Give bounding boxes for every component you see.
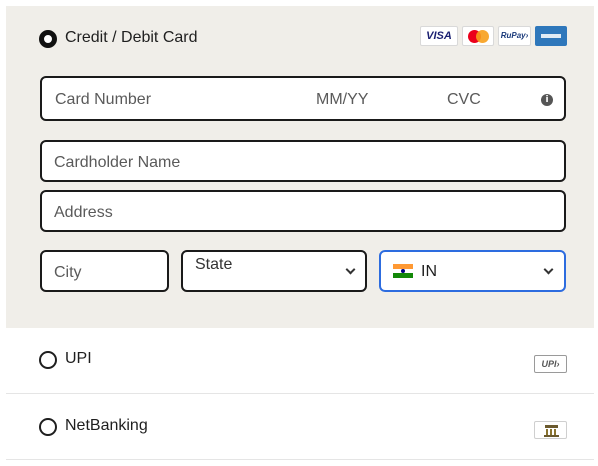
chevron-down-icon: [543, 264, 554, 275]
state-value: State: [195, 256, 233, 273]
cvc-input[interactable]: CVC: [447, 91, 481, 109]
divider: [6, 393, 594, 394]
address-placeholder: Address: [54, 204, 113, 221]
cardholder-name-field[interactable]: Cardholder Name: [40, 140, 566, 182]
city-field[interactable]: City: [40, 250, 169, 292]
netbanking-radio-button[interactable]: [39, 418, 57, 436]
country-value: IN: [421, 263, 437, 280]
amex-logo: [535, 26, 567, 46]
card-details-field: Card Number MM/YY CVC i: [40, 76, 566, 121]
upi-logo: UPI›: [534, 355, 567, 373]
card-number-input[interactable]: Card Number: [55, 91, 151, 109]
mastercard-logo: [462, 26, 494, 46]
netbanking-option-label[interactable]: NetBanking: [65, 417, 148, 435]
visa-logo: VISA: [420, 26, 458, 46]
card-option-label[interactable]: Credit / Debit Card: [65, 29, 198, 47]
bank-icon: [534, 421, 567, 439]
chevron-down-icon: [345, 264, 356, 275]
city-placeholder: City: [54, 264, 82, 281]
upi-radio-button[interactable]: [39, 351, 57, 369]
country-select[interactable]: IN: [379, 250, 566, 292]
state-select[interactable]: State: [181, 250, 367, 292]
address-field[interactable]: Address: [40, 190, 566, 232]
divider: [6, 459, 594, 460]
upi-option-label[interactable]: UPI: [65, 350, 92, 368]
india-flag-icon: [393, 264, 413, 278]
expiry-input[interactable]: MM/YY: [316, 91, 368, 109]
cardholder-name-placeholder: Cardholder Name: [54, 154, 181, 171]
rupay-logo: RuPay›: [498, 26, 531, 46]
card-radio-button[interactable]: [39, 30, 57, 48]
info-icon[interactable]: i: [541, 94, 553, 106]
